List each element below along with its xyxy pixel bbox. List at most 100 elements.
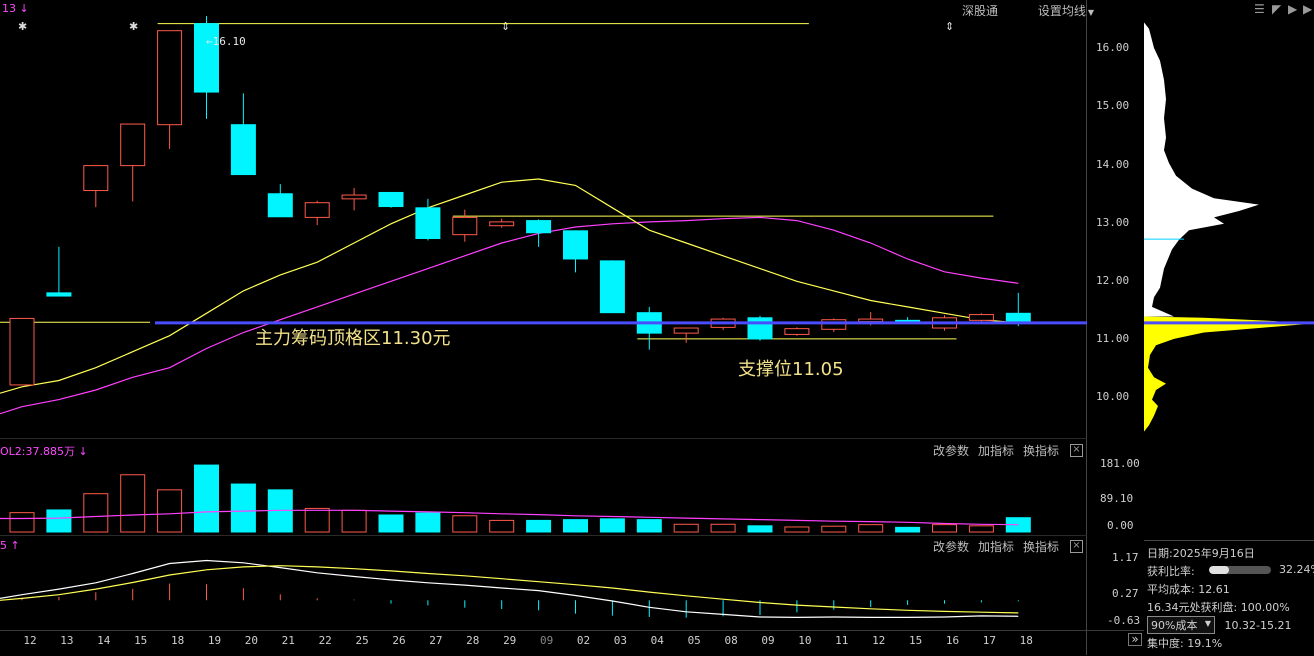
profit-ratio-value: 32.24%: [1279, 563, 1314, 576]
arrow-down-icon: ↓: [78, 445, 88, 458]
candle-body: [563, 230, 588, 260]
date-tick-label: 15: [134, 634, 148, 647]
candle-body: [858, 318, 884, 323]
date-axis-divider: [0, 630, 1144, 631]
concentration-label: 集中度:: [1147, 637, 1184, 650]
date-tick-label: 25: [355, 634, 369, 647]
volume-bar: [858, 524, 884, 533]
price-tick-label: 12.00: [1096, 274, 1130, 287]
date-tick-label: 08: [724, 634, 738, 647]
candle-body: [415, 207, 441, 240]
indicator-tick-label: 1.17: [1112, 551, 1139, 564]
volume-bar: [157, 489, 183, 533]
indicator-tick-label: -0.63: [1107, 614, 1141, 627]
volume-bar: [378, 514, 404, 533]
profit-at-value: 100.00%: [1240, 601, 1290, 614]
date-tick-label: 21: [281, 634, 295, 647]
resistance-annotation: 主力筹码顶格区11.30元: [255, 328, 451, 349]
date-tick-label: 22: [318, 634, 332, 647]
volume-tick-label: 181.00: [1100, 457, 1140, 470]
indicator-title[interactable]: 5 ↑: [0, 539, 20, 552]
candle-body: [599, 260, 625, 314]
close-icon[interactable]: ×: [1070, 444, 1083, 457]
chip-profit-area: [1144, 19, 1259, 317]
date-tick-label: 10: [798, 634, 812, 647]
date-label: 日期:: [1147, 547, 1173, 560]
price-tick-label: 14.00: [1096, 158, 1130, 171]
volume-bar: [821, 525, 847, 533]
profit-ratio-bar: [1209, 566, 1271, 574]
price-tick-label: 16.00: [1096, 41, 1130, 54]
change-params-button[interactable]: 改参数: [933, 442, 969, 459]
volume-bar: [932, 524, 957, 533]
volume-bar: [968, 525, 994, 533]
date-tick-label: 04: [650, 634, 664, 647]
volume-bar: [46, 509, 72, 533]
candle-body: [157, 30, 183, 126]
max-price-marker: ←16.10: [206, 35, 246, 48]
volume-bar: [489, 519, 515, 533]
chip-info-panel: 日期:2025年9月16日 获利比率: 32.24% 平均成本: 12.61 1…: [1144, 540, 1314, 656]
candle-body: [821, 319, 847, 330]
date-tick-label: 26: [392, 634, 406, 647]
volume-bar: [710, 523, 736, 533]
date-tick-label: 12: [872, 634, 886, 647]
volume-title-label: OL2:37.885万: [0, 445, 75, 458]
indicator-chart[interactable]: [0, 552, 1087, 630]
concentration-row: 集中度: 19.1%: [1147, 635, 1222, 651]
date-tick-label: 29: [503, 634, 517, 647]
cost-select-dropdown[interactable]: 90%成本 ▼: [1147, 616, 1215, 634]
date-tick-label: 14: [97, 634, 111, 647]
volume-bar: [230, 483, 256, 533]
arrow-up-icon: ↑: [10, 539, 20, 552]
price-tick-label: 15.00: [1096, 99, 1130, 112]
switch-indicator-button[interactable]: 换指标: [1023, 442, 1059, 459]
volume-bar: [194, 464, 219, 533]
date-tick-label: 27: [429, 634, 443, 647]
price-chart[interactable]: [0, 0, 1087, 438]
concentration-value: 19.1%: [1187, 637, 1223, 650]
candle-body: [304, 202, 330, 218]
date-tick-label: 03: [613, 634, 628, 647]
panel-divider: [0, 535, 1087, 536]
add-indicator-button[interactable]: 加指标: [978, 442, 1014, 459]
indicator-tick-label: 0.27: [1112, 587, 1139, 600]
date-tick-label: 19: [207, 634, 222, 647]
indicator-title-label: 5: [0, 539, 7, 552]
avg-cost-row: 平均成本: 12.61: [1147, 581, 1230, 597]
expand-icon[interactable]: »: [1128, 633, 1142, 646]
candle-body: [230, 124, 256, 176]
cost-range-row: 90%成本 ▼ 10.32-15.21: [1147, 616, 1291, 634]
date-tick-label: 18: [1019, 634, 1033, 647]
cost-range-value: 10.32-15.21: [1224, 619, 1292, 632]
date-tick-label: 05: [687, 634, 701, 647]
profit-ratio-label: 获利比率:: [1147, 565, 1195, 578]
date-tick-label: 11: [835, 634, 849, 647]
volume-axis: 181.00 89.10 0.00: [1088, 440, 1144, 536]
candle-body: [968, 314, 994, 321]
profit-ratio-fill: [1209, 566, 1229, 574]
volume-bar: [120, 474, 146, 533]
volume-chart[interactable]: [0, 458, 1087, 536]
date-tick-label: 16: [945, 634, 960, 647]
candle-body: [83, 165, 109, 192]
profit-at-row: 16.34元处获利盘: 100.00%: [1147, 599, 1290, 615]
volume-title[interactable]: OL2:37.885万 ↓: [0, 443, 88, 459]
date-tick-label: 17: [982, 634, 997, 647]
volume-bar: [784, 526, 810, 533]
candle-body: [784, 328, 810, 335]
candle-body: [46, 292, 72, 297]
max-price-label: 16.10: [212, 35, 246, 48]
volume-bar: [599, 518, 625, 533]
date-tick-label: 13: [60, 634, 74, 647]
volume-bar: [83, 493, 109, 533]
price-tick-label: 10.00: [1096, 390, 1130, 403]
volume-bar: [304, 507, 330, 533]
chip-distribution[interactable]: [1144, 0, 1314, 438]
panel-divider: [0, 438, 1087, 439]
avg-cost-value: 12.61: [1198, 583, 1230, 596]
cost-select-value: 90%成本: [1151, 619, 1198, 632]
profit-at-label: 16.34元处获利盘:: [1147, 601, 1238, 614]
profit-ratio-row: 获利比率: 32.24%: [1147, 563, 1314, 579]
date-value: 2025年9月16日: [1172, 547, 1255, 560]
